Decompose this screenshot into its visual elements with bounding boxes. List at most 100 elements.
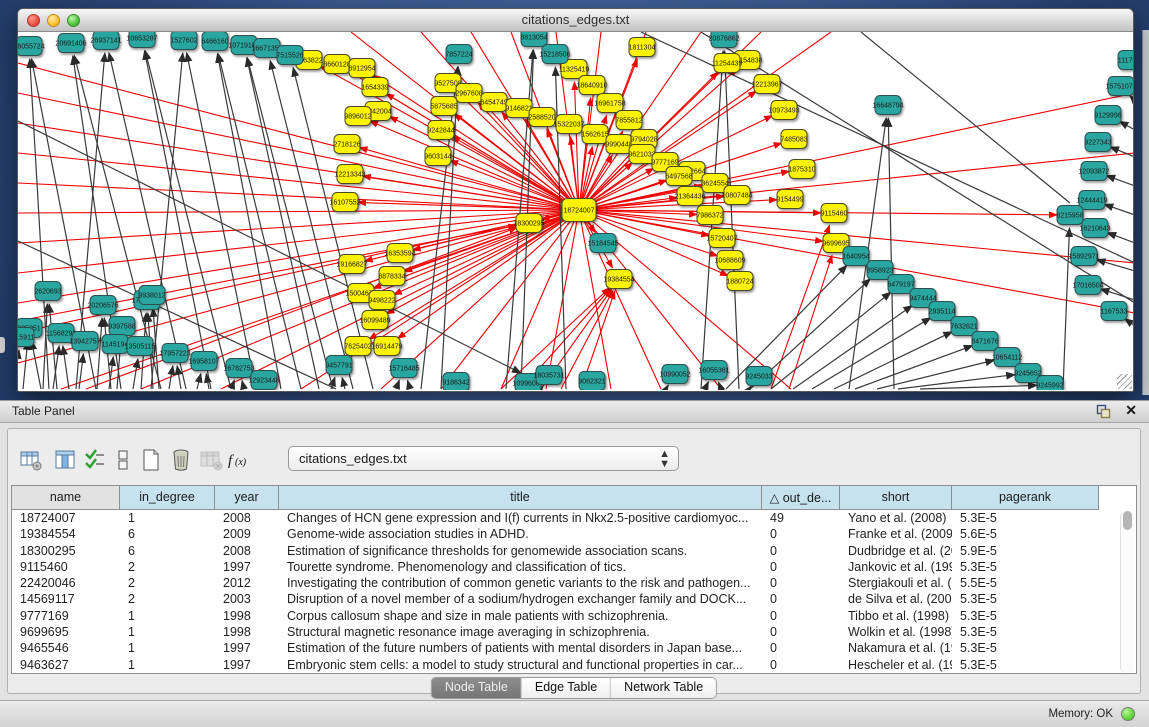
graph-node[interactable]: 15751074 [1105, 77, 1133, 96]
close-panel-icon[interactable]: ✕ [1125, 402, 1137, 419]
graph-node[interactable]: 18035731 [533, 366, 564, 385]
graph-node[interactable]: 9457791 [325, 356, 352, 375]
graph-node[interactable]: 9227343 [1084, 133, 1111, 152]
graph-node[interactable]: 1640954 [842, 247, 869, 266]
graph-node[interactable]: 1117534 [1118, 51, 1133, 70]
graph-node[interactable]: 7485083 [780, 130, 807, 149]
table-row[interactable]: 1938455462009Genome-wide association stu… [12, 526, 1099, 542]
graph-node[interactable]: 9498222 [368, 291, 395, 310]
graph-node[interactable]: 8813054 [520, 32, 547, 47]
graph-node[interactable]: 1875310 [788, 160, 815, 179]
graph-node[interactable]: 16958107 [188, 352, 219, 371]
table-row[interactable]: 1830029562008Estimation of significance … [12, 543, 1099, 559]
graph-node[interactable]: 7515526 [276, 46, 303, 65]
table-settings-icon[interactable] [16, 445, 46, 475]
show-columns-icon[interactable] [50, 445, 80, 475]
select-rows-icon[interactable] [80, 445, 110, 475]
graph-node[interactable]: 9245033 [745, 367, 772, 386]
window-titlebar[interactable]: citations_edges.txt [18, 9, 1133, 32]
graph-node[interactable]: 9603144 [424, 147, 451, 166]
graph-node[interactable]: 9129996 [1094, 106, 1121, 125]
tab-edge-table[interactable]: Edge Table [522, 678, 611, 698]
graph-node[interactable]: 16055724 [18, 37, 45, 56]
graph-node[interactable]: 16055361 [698, 361, 729, 380]
column-header-out_de[interactable]: △ out_de... [762, 486, 840, 510]
table-row[interactable]: 1872400712008Changes of HCN gene express… [12, 510, 1099, 526]
tab-node-table[interactable]: Node Table [432, 678, 522, 698]
graph-node[interactable]: 15322037 [553, 115, 584, 134]
graph-node[interactable]: 15892971 [1068, 247, 1099, 266]
graph-node[interactable]: 8215958 [1056, 206, 1083, 225]
graph-node[interactable]: 19166827 [336, 255, 367, 274]
graph-node[interactable]: 16210643 [1079, 219, 1110, 238]
column-header-short[interactable]: short [840, 486, 952, 510]
graph-node[interactable]: 1811304 [629, 38, 656, 57]
graph-node[interactable]: 3915911 [18, 328, 34, 347]
graph-node[interactable]: 6497568 [665, 167, 692, 186]
graph-node[interactable]: 12923448 [248, 371, 279, 390]
graph-node[interactable]: 10688609 [714, 251, 745, 270]
tab-network-table[interactable]: Network Table [611, 678, 716, 698]
delete-table-icon[interactable] [166, 445, 196, 475]
graph-node[interactable]: 10807484 [721, 186, 752, 205]
graph-node[interactable]: 9115460 [821, 204, 848, 223]
table-row[interactable]: 946362711997Embryonic stem cells: a mode… [12, 657, 1099, 673]
graph-node[interactable]: 17957223 [159, 344, 190, 363]
graph-node[interactable]: 9245992 [1036, 376, 1063, 391]
table-row[interactable]: 969969511998Structural magnetic resonanc… [12, 624, 1099, 640]
graph-node[interactable]: 9397588 [108, 317, 135, 336]
graph-node[interactable]: 2588520 [528, 108, 555, 127]
graph-node[interactable]: 17016504 [1072, 276, 1103, 295]
graph-node[interactable]: 15218506 [539, 45, 570, 64]
graph-node[interactable]: 2718126 [333, 135, 360, 154]
row-height-icon[interactable] [108, 445, 138, 475]
graph-node[interactable]: 2935114 [929, 302, 956, 321]
graph-node[interactable]: 8660128 [323, 55, 350, 74]
graph-node[interactable]: 13505115 [125, 337, 156, 356]
function-builder-icon[interactable]: f(x) [226, 445, 256, 475]
table-vertical-scrollbar[interactable] [1120, 511, 1134, 673]
float-panel-icon[interactable] [1096, 404, 1111, 419]
network-view-window[interactable]: citations_edges.txt [17, 8, 1134, 392]
graph-node[interactable]: 9242844 [427, 121, 454, 140]
graph-node[interactable]: 9186342 [442, 373, 469, 391]
graph-node[interactable]: 15720407 [706, 229, 737, 248]
graph-node[interactable]: 2620693 [34, 282, 61, 301]
graph-node[interactable]: 16107552 [329, 193, 360, 212]
graph-node[interactable]: 1654339 [361, 78, 388, 97]
graph-node[interactable]: 15716485 [388, 359, 419, 378]
graph-node[interactable]: 8878334 [378, 267, 405, 286]
graph-node[interactable]: 16961758 [594, 94, 625, 113]
table-selector-dropdown[interactable]: citations_edges.txt ▲▼ [288, 446, 679, 471]
network-canvas[interactable]: 1872400795275082967608587568584547499146… [18, 32, 1133, 390]
graph-node[interactable]: 11254439 [712, 54, 743, 73]
graph-node[interactable]: 16914479 [371, 337, 402, 356]
graph-node[interactable]: 16782753 [223, 359, 254, 378]
table-row[interactable]: 1456911722003Disruption of a novel membe… [12, 591, 1099, 607]
graph-node[interactable]: 1167533 [1101, 302, 1128, 321]
graph-node[interactable]: 21364436 [674, 187, 705, 206]
graph-node[interactable]: 20691406 [55, 34, 86, 53]
graph-node[interactable]: 1880724 [726, 272, 753, 291]
graph-node[interactable]: 9896012 [344, 107, 371, 126]
graph-node[interactable]: 12213967 [751, 75, 782, 94]
graph-node[interactable]: 13942757 [69, 332, 100, 351]
graph-node[interactable]: 20876862 [708, 32, 739, 48]
graph-node[interactable]: 12213343 [334, 165, 365, 184]
panel-collapse-tab[interactable] [0, 337, 5, 353]
graph-node[interactable]: 16353594 [384, 244, 415, 263]
graph-node[interactable]: 16099489 [359, 311, 390, 330]
graph-node[interactable]: 19384554 [603, 270, 634, 289]
graph-node[interactable]: 9938012 [138, 286, 165, 305]
graph-node[interactable]: 7855812 [615, 111, 642, 130]
column-header-name[interactable]: name [12, 486, 120, 510]
column-header-pagerank[interactable]: pagerank [952, 486, 1099, 510]
scrollbar-thumb[interactable] [1123, 511, 1132, 530]
graph-node[interactable]: 2967608 [455, 84, 482, 103]
column-header-in_degree[interactable]: in_degree [120, 486, 215, 510]
graph-node[interactable]: 6466160 [201, 32, 228, 51]
graph-node[interactable]: 9154499 [776, 190, 803, 209]
window-resize-grip[interactable] [1117, 374, 1132, 389]
table-row[interactable]: 946554611997Estimation of the future num… [12, 640, 1099, 656]
graph-node[interactable]: 26937141 [90, 32, 121, 50]
